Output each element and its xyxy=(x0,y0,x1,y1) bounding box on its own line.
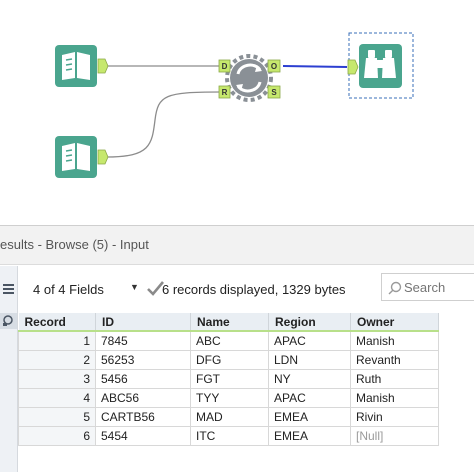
table-row[interactable]: 3 5456 FGT NY Ruth xyxy=(18,368,439,389)
column-header-record[interactable]: Record xyxy=(18,313,96,332)
name-cell[interactable]: ITC xyxy=(190,425,269,446)
id-cell[interactable]: 7845 xyxy=(95,330,191,351)
record-number-cell: 3 xyxy=(18,368,96,389)
column-header-id[interactable]: ID xyxy=(95,313,191,332)
record-number-cell: 6 xyxy=(18,425,96,446)
owner-cell[interactable]: Rivin xyxy=(350,406,439,427)
region-cell[interactable]: APAC xyxy=(268,387,351,408)
search-input[interactable] xyxy=(404,278,474,296)
menu-icon[interactable] xyxy=(0,280,17,298)
join-anchor-d[interactable]: D xyxy=(218,59,231,73)
region-cell[interactable]: APAC xyxy=(268,330,351,351)
name-cell[interactable]: DFG xyxy=(190,349,269,370)
column-header-region[interactable]: Region xyxy=(268,313,351,332)
id-cell[interactable]: ABC56 xyxy=(95,387,191,408)
browse-tool[interactable] xyxy=(347,32,414,99)
owner-cell[interactable]: Manish xyxy=(350,387,439,408)
id-cell[interactable]: CARTB56 xyxy=(95,406,191,427)
id-cell[interactable]: 56253 xyxy=(95,349,191,370)
results-title-bar: esults - Browse (5) - Input xyxy=(0,225,474,265)
id-cell[interactable]: 5456 xyxy=(95,368,191,389)
search-box[interactable] xyxy=(381,273,474,301)
owner-cell[interactable]: Ruth xyxy=(350,368,439,389)
column-header-name[interactable]: Name xyxy=(190,313,269,332)
name-cell[interactable]: MAD xyxy=(190,406,269,427)
region-cell[interactable]: NY xyxy=(268,368,351,389)
input-data-tool-1[interactable] xyxy=(55,45,109,87)
region-cell[interactable]: EMEA xyxy=(268,425,351,446)
fields-selector[interactable]: 4 of 4 Fields xyxy=(33,282,104,297)
connection-input2-to-join xyxy=(106,91,221,158)
record-number-cell: 2 xyxy=(18,349,96,370)
record-number-cell: 5 xyxy=(18,406,96,427)
table-row[interactable]: 1 7845 ABC APAC Manish xyxy=(18,330,439,351)
records-summary: 6 records displayed, 1329 bytes xyxy=(162,282,346,297)
results-title: esults - Browse (5) - Input xyxy=(0,237,149,252)
results-toolbar: 4 of 4 Fields ▼ 6 records displayed, 132… xyxy=(18,266,474,308)
svg-text:S: S xyxy=(271,88,277,97)
join-tool[interactable] xyxy=(225,54,273,102)
input-data-tool-2[interactable] xyxy=(55,136,109,178)
join-anchor-r[interactable]: R xyxy=(218,85,231,99)
svg-text:R: R xyxy=(222,88,228,97)
svg-text:D: D xyxy=(222,62,228,71)
record-number-cell: 4 xyxy=(18,387,96,408)
results-panel: esults - Browse (5) - Input 4 of 4 Field… xyxy=(0,225,474,472)
owner-cell[interactable]: [Null] xyxy=(350,425,439,446)
workflow-canvas[interactable]: D R O S xyxy=(0,0,474,225)
table-row[interactable]: 5 CARTB56 MAD EMEA Rivin xyxy=(18,406,439,427)
connection-join-to-browse xyxy=(282,65,348,68)
join-anchor-s[interactable]: S xyxy=(267,85,281,99)
search-icon xyxy=(388,281,402,295)
column-header-owner[interactable]: Owner xyxy=(350,313,439,332)
id-cell[interactable]: 5454 xyxy=(95,425,191,446)
owner-cell[interactable]: Manish xyxy=(350,330,439,351)
join-anchor-o[interactable]: O xyxy=(267,59,281,73)
chevron-down-icon[interactable]: ▼ xyxy=(130,282,139,292)
side-toolbar xyxy=(0,266,18,472)
table-row[interactable]: 4 ABC56 TYY APAC Manish xyxy=(18,387,439,408)
region-cell[interactable]: LDN xyxy=(268,349,351,370)
cells-icon[interactable] xyxy=(0,312,17,330)
name-cell[interactable]: TYY xyxy=(190,387,269,408)
table-row[interactable]: 2 56253 DFG LDN Revanth xyxy=(18,349,439,370)
record-number-cell: 1 xyxy=(18,330,96,351)
svg-text:O: O xyxy=(271,62,277,71)
table-row[interactable]: 6 5454 ITC EMEA [Null] xyxy=(18,425,439,446)
name-cell[interactable]: FGT xyxy=(190,368,269,389)
name-cell[interactable]: ABC xyxy=(190,330,269,351)
region-cell[interactable]: EMEA xyxy=(268,406,351,427)
results-grid: Record ID Name Region Owner 1 7845 ABC A… xyxy=(18,313,439,446)
owner-cell[interactable]: Revanth xyxy=(350,349,439,370)
